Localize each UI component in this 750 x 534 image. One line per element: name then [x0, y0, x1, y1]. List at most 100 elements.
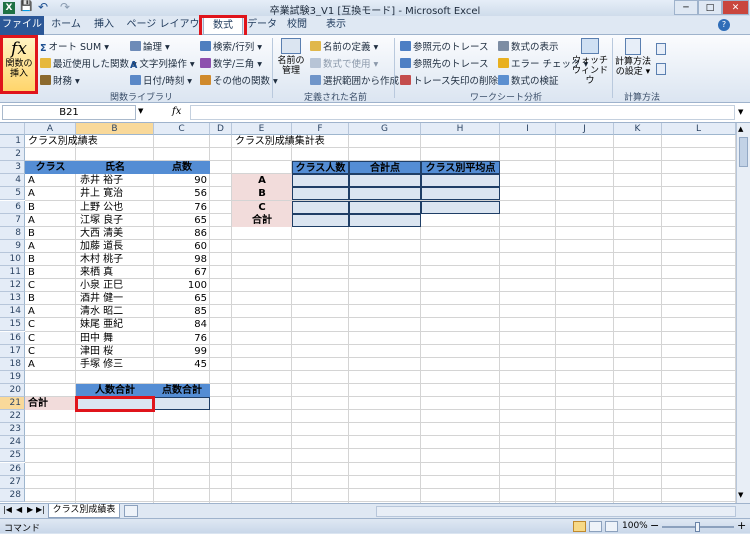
row-header-26[interactable]: 26 — [0, 462, 25, 476]
class-cell[interactable]: B — [25, 201, 76, 214]
name-cell[interactable]: 小泉 正巳 — [76, 279, 154, 292]
name-cell[interactable]: 酒井 健一 — [76, 292, 154, 305]
summary-total-cell[interactable] — [349, 174, 421, 188]
score-cell[interactable]: 100 — [154, 279, 210, 292]
summary-total-cell[interactable] — [349, 213, 421, 227]
datetime-button[interactable]: 日付/時刻 ▾ — [130, 73, 192, 87]
summary-average-cell[interactable] — [421, 200, 500, 214]
sheet-nav-last-icon[interactable]: ▶| — [36, 505, 45, 514]
summary-header-total[interactable]: 合計点 — [349, 161, 421, 175]
summary-row-label[interactable]: 合計 — [232, 213, 292, 227]
formula-input[interactable] — [190, 105, 735, 120]
horizontal-scrollbar[interactable] — [376, 506, 736, 517]
sheet-tab-active[interactable]: クラス別成績表 — [48, 504, 120, 518]
row-header-3[interactable]: 3 — [0, 161, 25, 175]
scroll-down-icon[interactable]: ▼ — [738, 491, 743, 499]
row-header-19[interactable]: 19 — [0, 370, 25, 384]
page-break-view-icon[interactable] — [605, 521, 618, 532]
summary-count-cell[interactable] — [292, 174, 349, 188]
class-cell[interactable]: A — [25, 187, 76, 200]
name-cell[interactable]: 加藤 道長 — [76, 240, 154, 253]
tab-view[interactable]: 表示 — [320, 17, 352, 34]
name-cell[interactable]: 赤井 裕子 — [76, 174, 154, 187]
row-header-13[interactable]: 13 — [0, 292, 25, 306]
column-header-c[interactable]: C — [154, 123, 210, 135]
name-box-dropdown-icon[interactable]: ▼ — [138, 107, 143, 115]
row-header-9[interactable]: 9 — [0, 239, 25, 253]
row-header-18[interactable]: 18 — [0, 357, 25, 371]
row-header-23[interactable]: 23 — [0, 423, 25, 437]
summary-row-label[interactable]: C — [232, 200, 292, 214]
row-header-14[interactable]: 14 — [0, 305, 25, 319]
tab-review[interactable]: 校閲 — [282, 17, 312, 34]
column-header-l[interactable]: L — [662, 123, 736, 135]
row-header-11[interactable]: 11 — [0, 266, 25, 280]
score-cell[interactable]: 76 — [154, 201, 210, 214]
normal-view-icon[interactable] — [573, 521, 586, 532]
row-header-2[interactable]: 2 — [0, 148, 25, 162]
zoom-level[interactable]: 100% — [622, 521, 648, 531]
trace-precedents-button[interactable]: 参照元のトレース — [400, 39, 489, 53]
select-all-corner[interactable] — [0, 123, 25, 135]
tab-file[interactable]: ファイル — [0, 16, 44, 35]
summary-row-label[interactable]: A — [232, 174, 292, 188]
score-cell[interactable]: 65 — [154, 292, 210, 305]
row-header-22[interactable]: 22 — [0, 410, 25, 424]
class-cell[interactable]: A — [25, 305, 76, 318]
row-header-27[interactable]: 27 — [0, 475, 25, 489]
watch-window-button[interactable]: ウォッチ ウィンドウ — [572, 38, 608, 86]
show-formulas-button[interactable]: 数式の表示 — [498, 39, 559, 53]
class-cell[interactable]: B — [25, 266, 76, 279]
name-cell[interactable]: 妹尾 亜紀 — [76, 318, 154, 331]
score-cell[interactable]: 65 — [154, 214, 210, 227]
column-header-j[interactable]: J — [556, 123, 614, 135]
close-button[interactable]: ✕ — [722, 0, 749, 15]
class-cell[interactable]: B — [25, 292, 76, 305]
score-cell[interactable]: 60 — [154, 240, 210, 253]
more-functions-button[interactable]: その他の関数 ▾ — [200, 73, 278, 87]
row-header-1[interactable]: 1 — [0, 135, 25, 149]
score-cell[interactable]: 56 — [154, 187, 210, 200]
tab-home[interactable]: ホーム — [48, 17, 84, 34]
remove-arrows-button[interactable]: トレース矢印の削除 ▾ — [400, 73, 506, 87]
create-from-selection-button[interactable]: 選択範囲から作成 — [310, 73, 399, 87]
row-header-10[interactable]: 10 — [0, 252, 25, 266]
row-header-7[interactable]: 7 — [0, 213, 25, 227]
page-layout-view-icon[interactable] — [589, 521, 602, 532]
calculation-options-button[interactable]: 計算方法 の設定 ▾ — [614, 38, 652, 86]
class-cell[interactable]: A — [25, 174, 76, 187]
summary-average-cell[interactable] — [421, 174, 500, 188]
class-cell[interactable]: C — [25, 332, 76, 345]
score-cell[interactable]: 90 — [154, 174, 210, 187]
score-cell[interactable]: 45 — [154, 358, 210, 371]
define-name-button[interactable]: 名前の定義 ▾ — [310, 39, 378, 53]
row-header-17[interactable]: 17 — [0, 344, 25, 358]
scroll-thumb[interactable] — [739, 137, 748, 167]
row-header-6[interactable]: 6 — [0, 200, 25, 214]
column-header-a[interactable]: A — [25, 123, 76, 135]
tab-data[interactable]: データ — [247, 17, 277, 34]
trace-dependents-button[interactable]: 参照先のトレース — [400, 56, 489, 70]
column-header-h[interactable]: H — [421, 123, 500, 135]
row-header-21[interactable]: 21 — [0, 397, 25, 411]
sheet-nav-next-icon[interactable]: ▶ — [27, 505, 33, 514]
sheet-nav-first-icon[interactable]: |◀ — [3, 505, 12, 514]
summary-total-cell[interactable] — [349, 200, 421, 214]
header-name[interactable]: 氏名 — [76, 161, 154, 175]
summary-header-count[interactable]: クラス人数 — [292, 161, 349, 175]
row-header-5[interactable]: 5 — [0, 187, 25, 201]
tab-page-layout[interactable]: ページ レイアウト — [126, 17, 200, 46]
recent-functions-button[interactable]: 最近使用した関数 ▾ — [40, 56, 137, 70]
name-manager-button[interactable]: 名前の 管理 — [276, 38, 306, 86]
class-cell[interactable]: A — [25, 240, 76, 253]
class-cell[interactable]: C — [25, 345, 76, 358]
evaluate-formula-button[interactable]: 数式の検証 — [498, 73, 559, 87]
name-cell[interactable]: 江塚 良子 — [76, 214, 154, 227]
class-cell[interactable]: C — [25, 279, 76, 292]
name-box[interactable]: B21 — [2, 105, 136, 120]
expand-formula-bar-icon[interactable]: ▼ — [738, 108, 743, 116]
column-header-i[interactable]: I — [500, 123, 556, 135]
summary-count-cell[interactable] — [292, 200, 349, 214]
score-cell[interactable]: 67 — [154, 266, 210, 279]
name-cell[interactable]: 大西 清美 — [76, 227, 154, 240]
